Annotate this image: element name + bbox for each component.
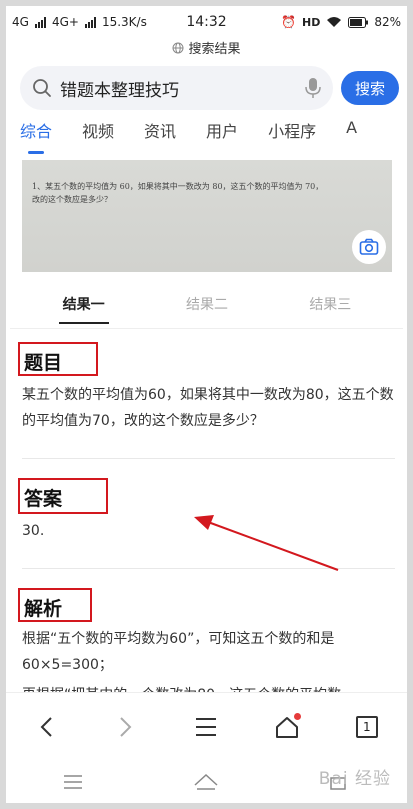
photo-text-line-2: 改的这个数应是多少？ — [32, 195, 112, 204]
search-icon — [33, 79, 51, 97]
question-title: 题目 — [24, 352, 63, 374]
menu-button[interactable] — [186, 707, 226, 747]
section-divider — [22, 458, 395, 459]
result-tabs: 结果一 结果二 结果三 — [22, 290, 392, 324]
globe-icon — [172, 42, 184, 54]
home-button[interactable] — [267, 707, 307, 747]
system-menu-button[interactable] — [53, 762, 93, 802]
page-title-text: 搜索结果 — [188, 42, 241, 57]
camera-icon — [359, 238, 379, 255]
answer-text: 30. — [22, 523, 45, 539]
question-text: 某五个数的平均值为60，如果将其中一数改为80，这五个数的平均值为70，改的这个… — [22, 387, 394, 429]
photo-text: 1、某五个数的平均值为 60，如果将其中一数改为 80，这五个数的平均值为 70… — [32, 180, 372, 206]
status-bar: 4G 4G+ 15.3K/s 14:32 ⏰ HD 82% — [12, 10, 401, 34]
microphone-icon[interactable] — [305, 77, 321, 99]
tab-result-2[interactable]: 结果二 — [186, 290, 228, 324]
result-tabs-divider — [10, 328, 403, 329]
search-query: 错题本整理技巧 — [60, 80, 179, 101]
browser-toolbar: 1 — [6, 692, 407, 760]
battery-icon — [348, 16, 369, 28]
analysis-title: 解析 — [24, 598, 63, 620]
alarm-icon: ⏰ — [281, 15, 296, 29]
network-type-2: 4G+ — [51, 15, 79, 29]
page-title: 搜索结果 — [0, 38, 413, 57]
tab-result-1[interactable]: 结果一 — [58, 290, 109, 324]
system-home-icon — [194, 773, 218, 790]
tabs-button[interactable]: 1 — [347, 707, 387, 747]
photo-text-line-1: 1、某五个数的平均值为 60，如果将其中一数改为 80，这五个数的平均值为 70… — [32, 182, 324, 191]
system-menu-icon — [63, 774, 82, 789]
tab-video[interactable]: 视频 — [82, 118, 114, 154]
signal-icon — [34, 16, 46, 28]
forward-icon — [120, 716, 132, 737]
notification-dot — [293, 712, 301, 720]
back-icon — [40, 716, 52, 737]
tab-more[interactable]: A — [346, 118, 357, 154]
network-type-1: 4G — [12, 15, 29, 29]
menu-icon — [196, 717, 217, 736]
tab-result-3[interactable]: 结果三 — [309, 290, 351, 324]
search-input[interactable]: 错题本整理技巧 — [20, 66, 333, 110]
hd-icon: HD — [302, 15, 321, 29]
analysis-text: 根据“五个数的平均数为60”，可知这五个数的和是60×5=300； — [22, 631, 335, 673]
clock: 14:32 — [186, 14, 227, 30]
answer-title: 答案 — [24, 488, 63, 510]
tab-all[interactable]: 综合 — [20, 118, 52, 154]
tab-users[interactable]: 用户 — [206, 118, 238, 154]
signal-icon-2 — [84, 16, 96, 28]
question-photo: 1、某五个数的平均值为 60，如果将其中一数改为 80，这五个数的平均值为 70… — [22, 160, 392, 272]
back-button[interactable] — [26, 707, 66, 747]
system-home-button[interactable] — [186, 762, 226, 802]
search-button[interactable]: 搜索 — [341, 71, 399, 105]
section-divider — [22, 568, 395, 569]
battery-level: 82% — [374, 15, 402, 29]
category-tabs: 综合 视频 资讯 用户 小程序 A — [20, 118, 413, 154]
tab-count: 1 — [355, 715, 378, 738]
wifi-icon — [327, 17, 342, 27]
network-speed: 15.3K/s — [101, 15, 147, 29]
tab-news[interactable]: 资讯 — [144, 118, 176, 154]
forward-button[interactable] — [106, 707, 146, 747]
tab-mini-program[interactable]: 小程序 — [268, 118, 316, 154]
watermark-logo: Bai 经验 — [318, 769, 391, 789]
camera-button[interactable] — [352, 230, 386, 264]
search-bar: 错题本整理技巧 搜索 — [20, 66, 399, 110]
